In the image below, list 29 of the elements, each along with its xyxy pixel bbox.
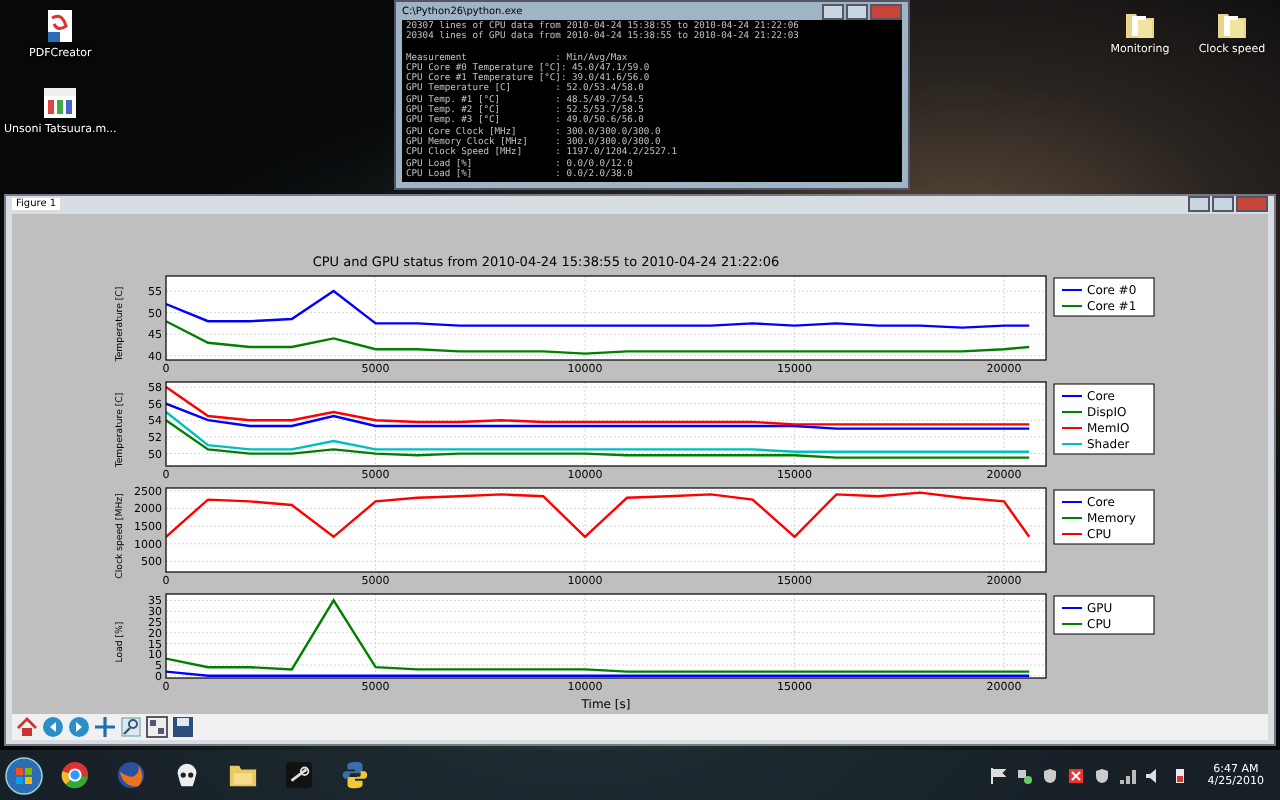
subplots-icon[interactable]: [146, 715, 168, 738]
zoom-icon[interactable]: [120, 715, 142, 738]
folder-icon[interactable]: [1216, 8, 1248, 40]
maximize-button[interactable]: [846, 3, 868, 19]
minimize-button[interactable]: [822, 3, 844, 19]
shield-icon[interactable]: [1094, 767, 1111, 783]
legend-box: [1053, 382, 1155, 454]
network-icon[interactable]: [1016, 767, 1033, 783]
document-icon[interactable]: [44, 8, 77, 44]
folder-icon[interactable]: [227, 760, 257, 790]
close-button[interactable]: [1236, 196, 1268, 213]
minimize-button[interactable]: [1188, 196, 1210, 213]
move-icon[interactable]: [94, 715, 116, 738]
alert-icon[interactable]: [1068, 767, 1085, 783]
legend-box: [1053, 594, 1155, 634]
clapperboard-icon[interactable]: [42, 84, 79, 120]
maximize-button[interactable]: [1212, 196, 1234, 213]
browser-icon[interactable]: [59, 760, 89, 790]
start-button[interactable]: [4, 755, 44, 795]
legend-box: [1053, 276, 1155, 316]
folder-icon[interactable]: [1124, 8, 1156, 40]
shield-icon[interactable]: [1042, 767, 1059, 783]
close-button[interactable]: [870, 3, 902, 19]
python-icon[interactable]: [339, 760, 369, 790]
legend-box: [1053, 488, 1155, 544]
app-icon[interactable]: [283, 760, 313, 790]
signal-icon[interactable]: [1120, 767, 1137, 783]
home-icon[interactable]: [16, 715, 38, 738]
flag-icon[interactable]: [990, 767, 1007, 783]
